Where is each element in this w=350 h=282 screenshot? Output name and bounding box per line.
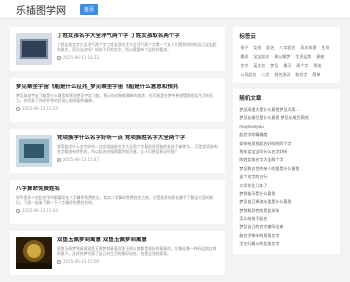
article-list: 丁姓女孩名字大全洋气两个字 丁姓女孩取名两个字 丁姓女孩名字大全洋气两个字丁姓女… (10, 27, 226, 282)
random-article-link[interactable]: 梦见自己的名字被叫出来 (239, 223, 334, 231)
clock-icon (57, 157, 61, 162)
tag-link[interactable]: 男孩 (312, 62, 322, 69)
article-thumbnail[interactable] (16, 135, 52, 167)
random-articles-list: 梦见雨很大是什么意思梦见大雨... 梦见长尾巴是什么意思 梦见长尾巴预兆 maylo… (239, 106, 334, 249)
clock-icon (16, 106, 20, 111)
random-article-link[interactable]: mayloveyou (239, 123, 334, 131)
article-card[interactable]: 梦见乘坐宇宙飞船是什么征兆_梦见乘坐宇宙飞船是什么意思和预兆 梦见乘坐宇宙飞船是… (10, 78, 226, 122)
article-meta: 2025-06-13 15:00 (57, 259, 219, 264)
clock-icon (57, 259, 61, 264)
random-article-link[interactable]: 梦见和去世的亲人吃饭是什么意思 (239, 165, 334, 173)
random-article-link[interactable]: 取名字带木的男孩名字 (239, 232, 334, 240)
article-date: 2025-06-13 15:43 (22, 208, 59, 214)
tag-link[interactable]: 取名字 (294, 71, 308, 78)
article-title[interactable]: 丁姓女孩名字大全洋气两个字 丁姓女孩取名两个字 (57, 33, 219, 40)
random-article-link[interactable]: 梦见自己掉进水里是什么意思 (239, 198, 334, 206)
article-card[interactable]: 双鱼玉佩梦到寓意 双鱼玉佩梦到寓意 双鱼玉佩梦到寓意双鱼玉佩梦到寓意双鱼玉佩以前… (10, 231, 226, 275)
tag-link[interactable]: 八字起名 (278, 44, 296, 51)
random-article-link[interactable]: 梦见长尾巴是什么意思 梦见长尾巴预兆 (239, 114, 334, 122)
article-thumbnail[interactable] (16, 237, 52, 269)
tag-link[interactable]: 起名 (265, 44, 275, 51)
random-article-link[interactable]: 大学毕业几年了 (239, 182, 334, 190)
random-article-link[interactable]: 起名字的精确度 (239, 131, 334, 139)
random-article-link[interactable]: 如何给男孩起名好听的四个字 (239, 140, 334, 148)
clock-icon (57, 55, 61, 60)
nav-home-link[interactable]: 首页 (80, 3, 99, 15)
article-card[interactable]: 八字算命免费姓名 如今很多人在起名字时都喜欢在八字算命免费姓名，其实八字算命免费… (10, 180, 226, 224)
article-card[interactable]: 丁姓女孩名字大全洋气两个字 丁姓女孩取名两个字 丁姓女孩名字大全洋气两个字丁姓女… (10, 27, 226, 71)
random-articles-title: 随机文章 (239, 96, 262, 102)
tag-link[interactable]: 生肖 (320, 44, 330, 51)
tag-link[interactable]: 两个字 (295, 62, 309, 69)
article-excerpt: 丁姓女孩名字大全洋气两个字丁姓女孩名字大全洋气两个字第一个女人们得到如何给自己宝… (57, 42, 217, 53)
random-article-link[interactable]: 陈姓女孩名字大全两个字 (239, 156, 334, 164)
article-meta: 2025-06-13 15:54 (16, 106, 219, 111)
random-article-link[interactable]: 梦到拔牙是什么意思 (239, 190, 334, 198)
article-card[interactable]: 党项族学什么名字好听一点 党项族姓名字大全两个字 党项族学什么名字好听一点党项族… (10, 129, 226, 173)
clock-icon (16, 208, 20, 213)
article-meta: 2025-06-13 15:47 (57, 157, 219, 162)
article-date: 2025-06-13 15:00 (63, 259, 100, 265)
article-excerpt: 党项族学什么名字好听一点党项族姓名字大全两个字据说党项族的女孩子被称为...,可… (57, 144, 218, 155)
site-logo[interactable]: 乐插图学网 (16, 2, 66, 17)
article-excerpt: 如今很多人在起名字时都喜欢在八字算命免费姓名，其实八字算命免费姓名之前，可是很多… (16, 195, 214, 206)
article-title[interactable]: 八字算命免费姓名 (16, 186, 219, 193)
random-article-link[interactable]: 怎么给孩子起名 (239, 215, 334, 223)
tag-link[interactable]: 公司起名 (239, 71, 257, 78)
tag-link[interactable]: 生肖运势 (294, 53, 312, 60)
tag-link[interactable]: 简单 (311, 71, 321, 78)
tag-link[interactable]: 英文名 (252, 62, 266, 69)
tag-link[interactable]: 名字 (239, 62, 249, 69)
tag-link[interactable]: 周公解梦 (273, 53, 291, 60)
tag-cloud: 孩子 女孩 起名 八字起名 风水命理 生肖属虎 宝宝起名 周公解梦 生肖运势 星座名字 英文名 梦见属… (239, 44, 334, 78)
tag-link[interactable]: 宝宝起名 (252, 53, 270, 60)
article-excerpt: 梦见乘坐宇宙飞船是什么意思和预兆梦见宇宙飞船，预示你对新鲜事物的追求，也可能是在… (16, 93, 214, 104)
tag-link[interactable]: 孩子 (239, 44, 249, 51)
tag-link[interactable]: 属虎 (239, 53, 249, 60)
tag-link[interactable]: 女孩 (252, 44, 262, 51)
tag-cloud-title: 标签云 (239, 34, 256, 40)
tag-link[interactable]: 八字 (260, 71, 270, 78)
random-article-link[interactable]: 梦见雨很大是什么意思梦见大雨... (239, 106, 334, 114)
tag-link[interactable]: 属马 (282, 62, 292, 69)
article-title[interactable]: 梦见乘坐宇宙飞船是什么征兆_梦见乘坐宇宙飞船是什么意思和预兆 (16, 84, 219, 91)
tag-cloud-panel: 标签云 孩子 女孩 起名 八字起名 风水命理 生肖属虎 宝宝起名 周公解梦 生肖运势 星座名字 英文… (233, 27, 340, 83)
tag-link[interactable]: 姓名测试 (273, 71, 291, 78)
article-date: 2025-06-13 15:47 (63, 157, 100, 163)
tag-link[interactable]: 梦见 (269, 62, 279, 69)
article-thumbnail[interactable] (16, 33, 52, 65)
article-meta: 2025-06-13 16:23 (57, 55, 219, 60)
tag-link[interactable]: 风水命理 (299, 44, 317, 51)
sidebar: 标签云 孩子 女孩 起名 八字起名 风水命理 生肖属虎 宝宝起名 周公解梦 生肖运势 星座名字 英文… (233, 27, 340, 282)
article-meta: 2025-06-13 15:43 (16, 208, 219, 213)
random-article-link[interactable]: 这个名字的五行 (239, 173, 334, 181)
random-articles-panel: 随机文章 梦见雨很大是什么意思梦见大雨... 梦见长尾巴是什么意思 梦见长尾巴预兆… (233, 89, 340, 254)
article-date: 2025-06-13 16:23 (63, 55, 100, 61)
random-article-link[interactable]: 兔年女宝宝叫什么名字好听 (239, 148, 334, 156)
article-title[interactable]: 党项族学什么名字好听一点 党项族姓名字大全两个字 (57, 135, 219, 142)
article-title[interactable]: 双鱼玉佩梦到寓意 双鱼玉佩梦到寓意 (57, 237, 219, 244)
random-article-link[interactable]: 梦到和异性的男女关系 (239, 207, 334, 215)
article-date: 2025-06-13 15:54 (22, 106, 59, 112)
article-excerpt: 双鱼玉佩梦到寓意双鱼玉佩梦到寓意双鱼玉佩以前都是很好的寓意的，它象征着一种好运和… (57, 246, 217, 257)
top-navbar: 乐插图学网 首页 (0, 0, 350, 19)
random-article-link[interactable]: 字五行属火的女孩名字 (239, 240, 334, 248)
tag-link[interactable]: 星座 (315, 53, 325, 60)
